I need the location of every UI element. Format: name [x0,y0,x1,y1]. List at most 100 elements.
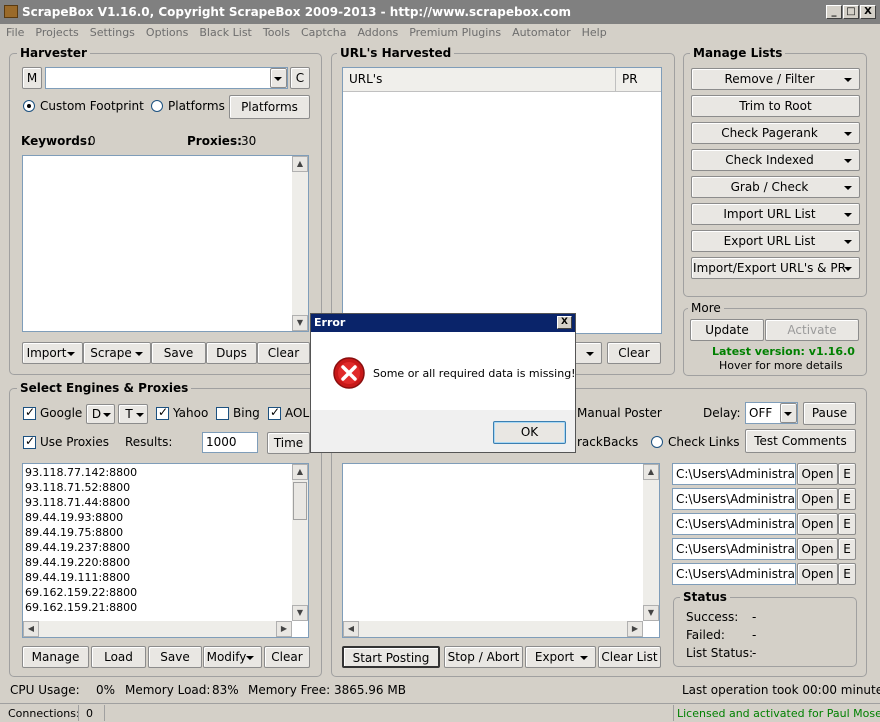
menu-addons[interactable]: Addons [351,24,403,42]
urls-clear-button[interactable]: Clear [607,342,661,364]
footprint-combobox[interactable] [45,67,288,89]
scroll-down-icon[interactable]: ▼ [292,315,308,331]
path-field-1[interactable]: C:\Users\Administrato [672,463,796,485]
menu-automator[interactable]: Automator [506,24,576,42]
close-button[interactable]: X [860,5,876,19]
path-field-3[interactable]: C:\Users\Administrato [672,513,796,535]
delay-select[interactable]: OFF [745,402,798,424]
clear-list-button[interactable]: Clear List [598,646,661,668]
list-item[interactable]: 93.118.71.52:8800 [23,480,291,495]
edit-button-3[interactable]: E [838,513,856,535]
footprint-dropdown-button[interactable] [270,68,287,88]
remove-filter-button[interactable]: Remove / Filter [691,68,860,90]
scroll-left-icon[interactable]: ◀ [343,621,359,637]
scroll-thumb[interactable] [293,482,307,520]
menu-help[interactable]: Help [576,24,612,42]
activate-button[interactable]: Activate [765,319,859,341]
menu-settings[interactable]: Settings [84,24,140,42]
dialog-close-button[interactable]: X [557,316,572,329]
google-t-dropdown[interactable]: T [118,404,148,424]
path-field-4[interactable]: C:\Users\Administrato [672,538,796,560]
start-posting-button[interactable]: Start Posting [342,646,440,668]
menu-file[interactable]: File [0,24,29,42]
radio-custom-footprint[interactable] [23,100,35,112]
proxy-hscrollbar[interactable]: ◀ ▶ [23,621,292,637]
path-field-2[interactable]: C:\Users\Administrato [672,488,796,510]
list-item[interactable]: 93.118.77.142:8800 [23,465,291,480]
scroll-down-icon[interactable]: ▼ [292,605,308,621]
menu-blacklist[interactable]: Black List [193,24,257,42]
load-button[interactable]: Load [91,646,146,668]
google-checkbox[interactable] [23,405,36,420]
open-button-5[interactable]: Open [797,563,838,585]
trim-to-root-button[interactable]: Trim to Root [691,95,860,117]
list-item[interactable]: 69.162.159.21:8800 [23,600,291,615]
col-pr[interactable]: PR [622,72,638,86]
list-item[interactable]: 89.44.19.220:8800 [23,555,291,570]
harvester-clear-button[interactable]: Clear [257,342,310,364]
yahoo-checkbox[interactable] [156,405,169,420]
c-button[interactable]: C [290,67,310,89]
m-button[interactable]: M [22,67,42,89]
open-button-2[interactable]: Open [797,488,838,510]
import-url-list-button[interactable]: Import URL List [691,203,860,225]
google-d-dropdown[interactable]: D [86,404,115,424]
posting-vscrollbar[interactable]: ▲ ▼ [643,464,659,621]
posting-list[interactable]: ▲ ▼ ◀ ▶ [342,463,660,638]
grab-check-button[interactable]: Grab / Check [691,176,860,198]
list-item[interactable]: 69.162.159.22:8800 [23,585,291,600]
list-item[interactable]: 89.44.19.237:8800 [23,540,291,555]
open-button-1[interactable]: Open [797,463,838,485]
edit-button-4[interactable]: E [838,538,856,560]
keywords-scrollbar[interactable]: ▲ ▼ [292,156,308,331]
scroll-right-icon[interactable]: ▶ [627,621,643,637]
proxy-save-button[interactable]: Save [148,646,202,668]
open-button-3[interactable]: Open [797,513,838,535]
proxy-list[interactable]: 93.118.77.142:8800 93.118.71.52:8800 93.… [22,463,309,638]
check-links-radio[interactable] [651,436,663,448]
harvester-save-button[interactable]: Save [151,342,206,364]
path-field-5[interactable]: C:\Users\Administrato [672,563,796,585]
check-pagerank-button[interactable]: Check Pagerank [691,122,860,144]
proxy-vscrollbar[interactable]: ▲ ▼ [292,464,308,621]
minimize-button[interactable]: _ [826,5,842,19]
edit-button-2[interactable]: E [838,488,856,510]
results-input[interactable]: 1000 [202,432,258,453]
modify-button[interactable]: Modify [203,646,262,668]
stop-abort-button[interactable]: Stop / Abort [444,646,523,668]
poster-export-button[interactable]: Export [525,646,596,668]
radio-platforms[interactable] [151,100,163,112]
import-export-urls-pr-button[interactable]: Import/Export URL's & PR [691,257,860,279]
scroll-right-icon[interactable]: ▶ [276,621,292,637]
col-urls[interactable]: URL's [349,72,382,86]
scroll-left-icon[interactable]: ◀ [23,621,39,637]
dups-button[interactable]: Dups [206,342,257,364]
edit-button-1[interactable]: E [838,463,856,485]
scroll-up-icon[interactable]: ▲ [292,156,308,172]
delay-dropdown-button[interactable] [780,403,797,423]
menu-projects[interactable]: Projects [29,24,83,42]
aol-checkbox[interactable] [268,405,281,420]
pause-button[interactable]: Pause [803,402,856,425]
open-button-4[interactable]: Open [797,538,838,560]
posting-hscrollbar[interactable]: ◀ ▶ [343,621,643,637]
bing-checkbox[interactable] [216,407,229,420]
urls-list[interactable]: URL's PR [342,67,662,334]
edit-button-5[interactable]: E [838,563,856,585]
list-item[interactable]: 89.44.19.111:8800 [23,570,291,585]
hover-details-text[interactable]: Hover for more details [719,359,843,372]
manage-button[interactable]: Manage [22,646,89,668]
scrape-button[interactable]: Scrape [83,342,151,364]
list-item[interactable]: 93.118.71.44:8800 [23,495,291,510]
scroll-down-icon[interactable]: ▼ [643,605,659,621]
check-indexed-button[interactable]: Check Indexed [691,149,860,171]
use-proxies-checkbox[interactable] [23,434,36,449]
platforms-button[interactable]: Platforms [229,95,310,119]
time-button[interactable]: Time [267,432,310,454]
ok-button[interactable]: OK [493,421,566,444]
export-url-list-button[interactable]: Export URL List [691,230,860,252]
list-item[interactable]: 89.44.19.75:8800 [23,525,291,540]
import-button[interactable]: Import [22,342,83,364]
maximize-button[interactable]: □ [843,5,859,19]
test-comments-button[interactable]: Test Comments [745,429,856,453]
